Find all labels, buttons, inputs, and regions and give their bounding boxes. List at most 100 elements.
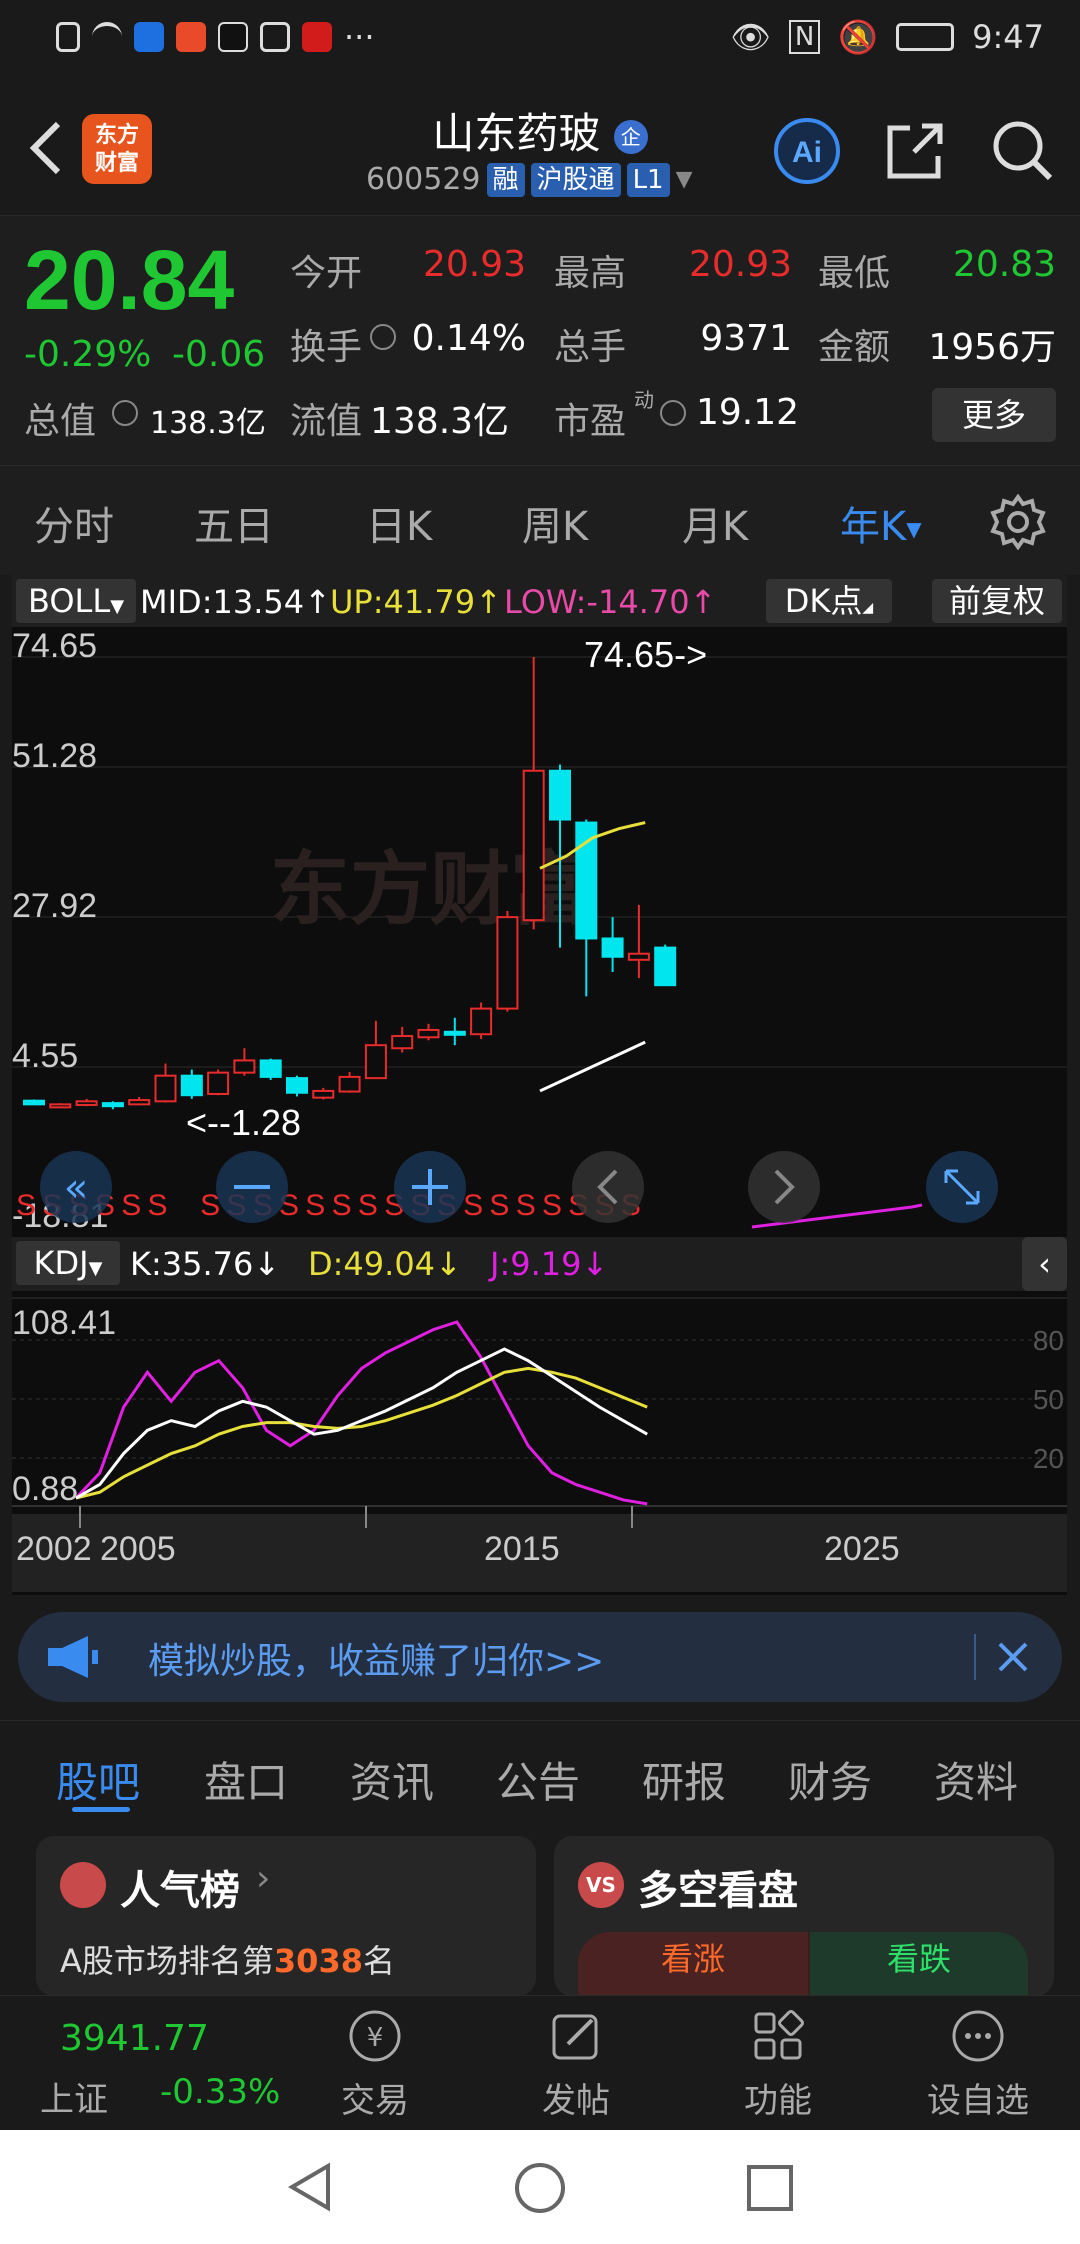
open-value: 20.93 — [422, 244, 526, 285]
content-tabs: 股吧 盘口 资讯 公告 研报 财务 资料 — [0, 1720, 1080, 1825]
index-change[interactable]: -0.33% — [160, 2072, 280, 2112]
tab-order-book[interactable]: 盘口 — [204, 1749, 288, 1810]
tab-profile[interactable]: 资料 — [934, 1749, 1018, 1810]
tab-daily[interactable]: 日K — [366, 494, 432, 552]
sell-marker: S — [516, 1189, 536, 1222]
megaphone-icon — [48, 1636, 98, 1678]
kdj-d: D:49.04↓ — [308, 1245, 462, 1283]
bull-bear-card[interactable]: VS 多空看盘 看涨 看跌 — [554, 1836, 1054, 1996]
dk-point-button[interactable]: DK点◢ — [766, 579, 892, 623]
candle-body — [207, 1071, 230, 1095]
back-triangle-icon[interactable] — [282, 2160, 336, 2214]
kdj-j-line — [74, 1320, 648, 1506]
shield-app-icon — [134, 22, 164, 52]
chevron-down-icon: ▼ — [906, 517, 922, 541]
quote-panel: 20.84 -0.29% -0.06 今开 20.93 最高 20.93 最低 … — [0, 215, 1080, 465]
candle-2009 — [207, 1069, 230, 1096]
nav-trade-label: 交易 — [341, 2081, 409, 2121]
tab-monthly[interactable]: 月K — [682, 494, 748, 552]
sell-marker: S — [542, 1189, 562, 1222]
tab-weekly[interactable]: 周K — [522, 494, 588, 552]
nav-add-watchlist[interactable]: 设自选 — [908, 2008, 1048, 2122]
boll-selector[interactable]: BOLL▼ — [16, 579, 136, 623]
promo-banner[interactable]: 模拟炒股，收益赚了归你>> — [18, 1612, 1062, 1702]
search-icon[interactable] — [988, 116, 1058, 186]
home-circle-icon[interactable] — [512, 2160, 568, 2216]
tab-news[interactable]: 资讯 — [350, 1749, 434, 1810]
active-tab-indicator — [72, 1807, 130, 1812]
rank-text: A股市场排名第3038名 — [60, 1936, 395, 1982]
last-price: 20.84 — [24, 233, 235, 327]
stock-code-row: 600529 融 沪股通 L1 ▼ — [366, 162, 693, 197]
candle-body — [338, 1075, 361, 1093]
bottom-nav: 3941.77 上证 -0.33% ¥ 交易 发帖 功能 设自选 — [0, 1995, 1080, 2130]
sell-marker: S — [489, 1189, 509, 1222]
nav-post[interactable]: 发帖 — [506, 2008, 646, 2122]
kdj-level-80: 80 — [1033, 1325, 1064, 1356]
tab-research[interactable]: 研报 — [642, 1749, 726, 1810]
candle-2018 — [443, 1017, 466, 1046]
popularity-card[interactable]: 人气榜 › A股市场排名第3038名 — [36, 1836, 536, 1996]
candle-body — [364, 1044, 387, 1080]
pe-label: 市盈 — [554, 401, 627, 442]
open-label: 今开 — [290, 253, 363, 294]
boll-indicator-bar: BOLL▼ MID:13.54↑ UP:41.79↑ LOW:-14.70↑ D… — [12, 575, 1067, 627]
tab-yearly[interactable]: 年K▼ — [840, 494, 922, 552]
kline-chart[interactable]: 东方财富 74.65 51.28 27.92 4.55 -18.81 74.65… — [12, 627, 1067, 1232]
candle-2015 — [364, 1020, 387, 1080]
turnover-value: 0.14% — [411, 318, 526, 359]
wifi-icon — [92, 22, 122, 52]
info-icon[interactable] — [660, 400, 686, 426]
bull-button[interactable]: 看涨 — [578, 1932, 808, 1996]
change-percent: -0.29% — [24, 334, 152, 375]
candle-body — [549, 769, 571, 821]
y-label-27: 27.92 — [12, 887, 97, 925]
candle-body — [180, 1074, 203, 1097]
share-icon[interactable] — [880, 116, 950, 186]
next-button[interactable] — [748, 1151, 820, 1223]
info-icon[interactable] — [370, 324, 396, 350]
tab-forum[interactable]: 股吧 — [56, 1749, 140, 1810]
nav-trade[interactable]: ¥ 交易 — [305, 2008, 445, 2122]
candle-body — [75, 1100, 98, 1106]
more-button[interactable]: 更多 — [932, 388, 1056, 442]
nav-post-label: 发帖 — [542, 2081, 610, 2121]
vs-icon: VS — [578, 1862, 624, 1908]
candle-body — [286, 1077, 308, 1094]
total-value: 138.3亿 — [150, 406, 266, 441]
sell-marker: S — [332, 1189, 352, 1222]
promo-text: 模拟炒股，收益赚了归你>> — [148, 1641, 605, 1682]
kdj-j: J:9.19↓ — [490, 1245, 609, 1283]
app-red-icon — [302, 22, 332, 52]
rank-number: 3038 — [273, 1942, 363, 1980]
index-value[interactable]: 3941.77 — [60, 2018, 209, 2059]
enterprise-badge: 企 — [613, 119, 648, 154]
prev-button[interactable] — [572, 1151, 644, 1223]
candle-2005 — [101, 1101, 124, 1110]
close-icon[interactable] — [990, 1634, 1036, 1680]
nav-functions[interactable]: 功能 — [708, 2008, 848, 2122]
tab-5day[interactable]: 五日 — [194, 494, 274, 552]
status-bar: ··· 👁 N 🔕 9:47 — [0, 0, 1080, 80]
tab-intraday[interactable]: 分时 — [34, 494, 114, 552]
tab-finance[interactable]: 财务 — [788, 1749, 872, 1810]
ai-icon[interactable]: Ai — [772, 116, 842, 186]
candle-body — [470, 1007, 493, 1036]
recents-square-icon[interactable] — [744, 2162, 796, 2214]
candle-body — [601, 937, 624, 958]
min-price-label: <--1.28 — [186, 1102, 301, 1143]
kdj-selector[interactable]: KDJ▼ — [16, 1241, 120, 1285]
tab-announcements[interactable]: 公告 — [496, 1749, 580, 1810]
sell-marker: S — [148, 1189, 168, 1222]
bear-button[interactable]: 看跌 — [810, 1932, 1028, 1996]
chevron-down-icon[interactable]: ▼ — [676, 167, 693, 192]
settings-gear-icon[interactable] — [990, 494, 1046, 550]
candle-2004 — [75, 1098, 98, 1107]
info-icon[interactable] — [112, 400, 138, 426]
notification-icons: ··· — [56, 18, 375, 56]
amount-value: 1956万 — [928, 327, 1056, 368]
index-name[interactable]: 上证 — [40, 2072, 108, 2121]
collapse-button[interactable]: ‹ — [1022, 1237, 1067, 1291]
adjust-button[interactable]: 前复权 — [932, 579, 1062, 623]
kdj-chart[interactable]: 108.41 0.88 80 50 20 2002 2005 2015 2025 — [12, 1292, 1067, 1592]
